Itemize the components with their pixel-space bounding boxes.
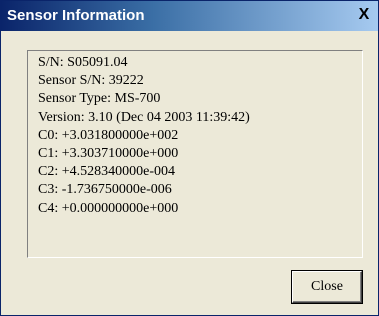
window-title: Sensor Information [7, 7, 145, 24]
title-bar[interactable]: Sensor Information X [1, 1, 378, 31]
coefficient-c3-text: C3: -1.736750000e-006 [38, 182, 172, 198]
sensor-type-text: Sensor Type: MS-700 [38, 91, 161, 107]
version-text: Version: 3.10 (Dec 04 2003 11:39:42) [38, 109, 250, 125]
coefficient-c0-text: C0: +3.031800000e+002 [38, 127, 179, 143]
close-icon[interactable]: X [356, 7, 372, 23]
sensor-info-panel: S/N: S05091.04 Sensor S/N: 39222 Sensor … [27, 50, 363, 258]
serial-number-text: S/N: S05091.04 [38, 55, 128, 70]
sensor-information-dialog: Sensor Information X S/N: S05091.04 Sens… [0, 0, 379, 316]
sensor-serial-number-text: Sensor S/N: 39222 [38, 73, 144, 89]
coefficient-c1-text: C1: +3.303710000e+000 [38, 146, 179, 162]
coefficient-c4-text: C4: +0.000000000e+000 [38, 200, 179, 216]
coefficient-c2-text: C2: +4.528340000e-004 [38, 164, 175, 180]
close-button[interactable]: Close [292, 271, 362, 303]
